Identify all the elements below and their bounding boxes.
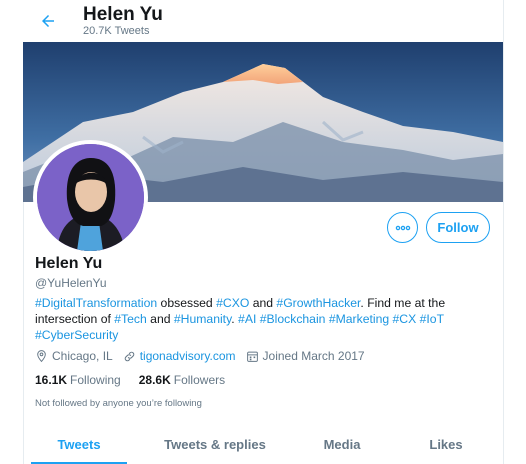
- website-item: tigonadvisory.com: [123, 349, 236, 363]
- tab-likes[interactable]: Likes: [389, 424, 503, 464]
- hashtag-link[interactable]: #Tech: [114, 312, 147, 326]
- back-button[interactable]: [35, 8, 61, 34]
- location-text: Chicago, IL: [52, 349, 113, 363]
- hashtag-link[interactable]: #GrowthHacker: [276, 296, 360, 310]
- followers-count: 28.6K: [138, 373, 171, 387]
- profile-bio: #DigitalTransformation obsessed #CXO and…: [35, 295, 490, 343]
- follow-button[interactable]: Follow: [426, 212, 490, 243]
- more-options-button[interactable]: [387, 212, 418, 243]
- header-tweet-count: 20.7K Tweets: [83, 25, 150, 37]
- not-followed-note: Not followed by anyone you’re following: [35, 398, 202, 409]
- profile-page: Helen Yu 20.7K Tweets Follow Helen Yu @Y…: [0, 0, 526, 464]
- followers-label: Followers: [173, 373, 226, 387]
- hashtag-link[interactable]: #CyberSecurity: [35, 328, 118, 342]
- avatar[interactable]: [33, 140, 148, 255]
- follow-stats: 16.1K Following 28.6K Followers: [35, 373, 243, 387]
- tab-tweets-replies[interactable]: Tweets & replies: [135, 424, 295, 464]
- joined-item: Joined March 2017: [246, 349, 365, 363]
- tab-media[interactable]: Media: [295, 424, 389, 464]
- hashtag-link[interactable]: #Humanity: [174, 312, 231, 326]
- profile-meta: Chicago, IL tigonadvisory.com Joined Mar…: [35, 347, 375, 365]
- avatar-portrait-illustration: [37, 144, 144, 251]
- hashtag-link[interactable]: #Blockchain: [260, 312, 326, 326]
- profile-handle: @YuHelenYu: [35, 276, 107, 290]
- following-stat[interactable]: 16.1K Following: [35, 373, 121, 387]
- tab-tweets[interactable]: Tweets: [23, 424, 135, 464]
- following-label: Following: [70, 373, 121, 387]
- profile-tabs: Tweets Tweets & replies Media Likes: [23, 424, 503, 464]
- bio-text: and: [146, 312, 174, 326]
- location-item: Chicago, IL: [35, 349, 113, 363]
- hashtag-link[interactable]: #Marketing: [329, 312, 389, 326]
- following-count: 16.1K: [35, 373, 68, 387]
- hashtag-link[interactable]: #DigitalTransformation: [35, 296, 157, 310]
- link-icon: [124, 351, 134, 361]
- website-link[interactable]: tigonadvisory.com: [140, 349, 236, 363]
- header-title: Helen Yu: [83, 4, 163, 25]
- profile-header: Helen Yu 20.7K Tweets: [23, 0, 503, 42]
- hashtag-link[interactable]: #IoT: [420, 312, 444, 326]
- hashtag-link[interactable]: #AI: [238, 312, 256, 326]
- followers-stat[interactable]: 28.6K Followers: [139, 373, 225, 387]
- column-border-right: [503, 0, 504, 464]
- joined-text: Joined March 2017: [262, 349, 365, 363]
- bio-text: and: [249, 296, 277, 310]
- bio-text: obsessed: [157, 296, 217, 310]
- hashtag-link[interactable]: #CX: [393, 312, 417, 326]
- back-arrow-icon: [42, 15, 54, 27]
- profile-name: Helen Yu: [35, 255, 103, 272]
- calendar-icon: [246, 351, 258, 362]
- location-pin-icon: [37, 350, 46, 363]
- hashtag-link[interactable]: #CXO: [216, 296, 249, 310]
- more-dots-icon: [395, 225, 410, 230]
